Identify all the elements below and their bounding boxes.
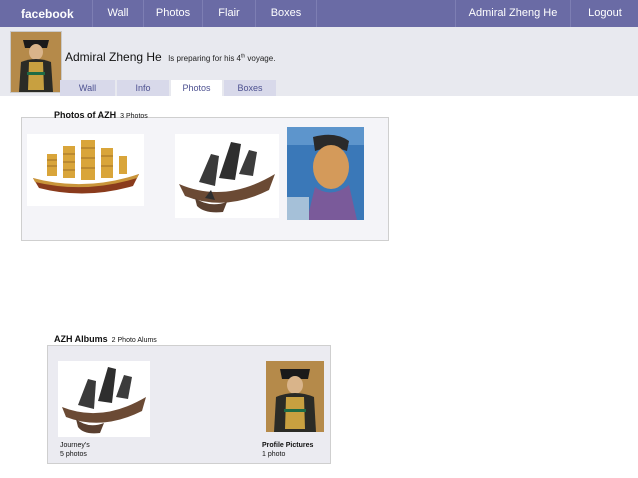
nav-photos[interactable]: Photos (143, 0, 202, 27)
admiral-portrait-image (266, 361, 324, 432)
junk-ship-image (58, 361, 150, 437)
tab-info[interactable]: Info (117, 80, 169, 96)
albums-panel: Journey's 5 photos Profile Pictures 1 ph… (47, 345, 331, 464)
albums-title-text: AZH Albums (54, 334, 108, 344)
photos-panel (21, 117, 389, 241)
albums-section-title: AZH Albums 2 Photo Alums (54, 334, 157, 344)
nav-user-profile[interactable]: Admiral Zheng He (455, 0, 570, 27)
photos-count: 3 Photos (120, 113, 148, 120)
profile-name-line: Admiral Zheng He Is preparing for his 4t… (65, 50, 275, 64)
facebook-logo[interactable]: facebook (21, 7, 74, 21)
junk-ship-image (175, 134, 279, 218)
nav-flair[interactable]: Flair (202, 0, 255, 27)
photo-admiral-painting[interactable] (287, 127, 364, 220)
tab-boxes[interactable]: Boxes (224, 80, 276, 96)
profile-header: Admiral Zheng He Is preparing for his 4t… (0, 27, 638, 96)
profile-name[interactable]: Admiral Zheng He (65, 50, 162, 64)
album-count-profile-pictures: 1 photo (262, 451, 286, 458)
albums-count: 2 Photo Alums (111, 337, 157, 344)
album-count-journeys: 5 photos (60, 451, 87, 458)
admiral-portrait-image (11, 32, 61, 92)
tab-photos[interactable]: Photos (171, 80, 222, 96)
photo-treasure-ship[interactable] (27, 134, 144, 206)
logout-link[interactable]: Logout (570, 0, 638, 27)
album-cover-profile-pictures[interactable] (266, 361, 324, 432)
photos-title-text: Photos of AZH (54, 110, 117, 120)
photo-junk-ship[interactable] (175, 134, 279, 218)
nav-boxes[interactable]: Boxes (255, 0, 317, 27)
album-name-journeys[interactable]: Journey's (60, 441, 90, 450)
album-label-profile-pictures: Profile Pictures 1 photo (262, 441, 313, 459)
album-name-profile-pictures[interactable]: Profile Pictures (262, 441, 313, 450)
tab-wall[interactable]: Wall (60, 80, 115, 96)
treasure-ship-image (27, 134, 144, 206)
profile-avatar[interactable] (10, 31, 62, 93)
profile-status: Is preparing for his 4th voyage. (168, 53, 276, 63)
album-cover-journeys[interactable] (58, 361, 150, 437)
nav-wall[interactable]: Wall (92, 0, 143, 27)
album-label-journeys: Journey's 5 photos (60, 441, 90, 459)
top-navigation-bar: facebook Wall Photos Flair Boxes Admiral… (0, 0, 638, 27)
admiral-painting-image (287, 127, 364, 220)
photos-section-title: Photos of AZH 3 Photos (54, 110, 148, 120)
